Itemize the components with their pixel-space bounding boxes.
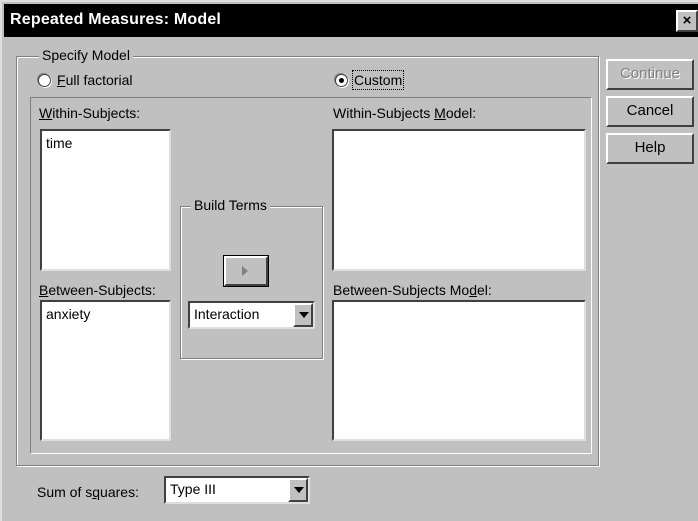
sum-of-squares-label: Sum of squares: — [37, 484, 139, 500]
continue-button[interactable]: Continue — [606, 59, 694, 90]
close-button[interactable]: × — [676, 10, 698, 32]
close-icon: × — [682, 12, 692, 29]
within-subjects-model-list[interactable] — [332, 129, 586, 271]
full-factorial-radio[interactable] — [38, 74, 51, 87]
build-terms-type-dropdown[interactable]: Interaction — [188, 301, 315, 329]
within-subjects-model-label: Within-Subjects Model: — [333, 105, 477, 121]
move-right-arrow-button[interactable] — [223, 255, 269, 287]
build-terms-legend: Build Terms — [191, 197, 270, 213]
window-title: Repeated Measures: Model — [10, 11, 222, 28]
build-terms-type-value: Interaction — [194, 306, 260, 322]
radio-selected-dot — [339, 78, 344, 83]
within-subjects-list[interactable]: time — [40, 129, 171, 271]
specify-model-legend: Specify Model — [39, 47, 133, 63]
list-item-time[interactable]: time — [46, 135, 72, 151]
between-subjects-model-label: Between-Subjects Model: — [333, 282, 492, 298]
help-button[interactable]: Help — [606, 133, 694, 164]
title-bar[interactable]: Repeated Measures: Model × — [4, 4, 698, 37]
sum-of-squares-dropdown[interactable]: Type III — [164, 476, 310, 504]
sum-of-squares-value: Type III — [170, 481, 216, 497]
custom-label[interactable]: Custom — [351, 70, 405, 90]
custom-radio[interactable] — [335, 74, 348, 87]
chevron-down-icon[interactable] — [293, 303, 313, 327]
between-subjects-list[interactable]: anxiety — [40, 300, 171, 441]
between-subjects-model-list[interactable] — [332, 300, 586, 441]
cancel-button[interactable]: Cancel — [606, 96, 694, 127]
full-factorial-label[interactable]: Full factorial — [57, 72, 132, 88]
between-subjects-label: Between-Subjects: — [39, 282, 156, 298]
repeated-measures-model-dialog: Repeated Measures: Model × Specify Model… — [0, 0, 698, 521]
within-subjects-label: Within-Subjects: — [39, 105, 141, 121]
chevron-down-icon[interactable] — [288, 478, 308, 502]
list-item-anxiety[interactable]: anxiety — [46, 306, 90, 322]
